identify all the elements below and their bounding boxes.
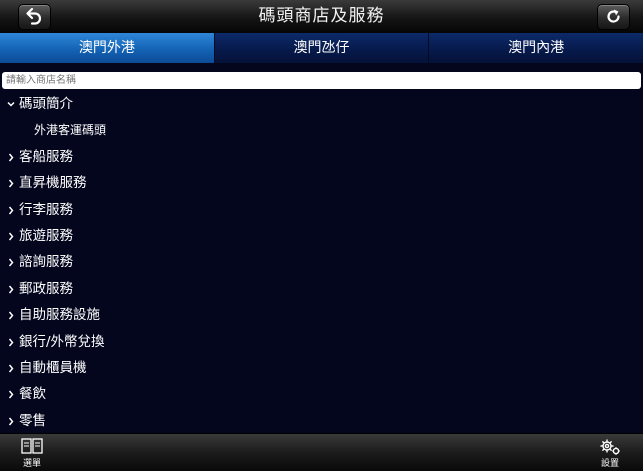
chevron-right-icon: [8, 206, 14, 215]
list-item-label: 自動櫃員機: [19, 359, 87, 376]
list-item-bank-currency-exchange[interactable]: 銀行/外幣兌換: [0, 329, 643, 355]
chevron-right-icon: [8, 311, 14, 320]
header-bar: 碼頭商店及服務: [0, 0, 643, 34]
list-item-label: 直昇機服務: [19, 175, 87, 192]
list-item-label: 諮詢服務: [19, 254, 73, 271]
list-item-label: 銀行/外幣兌換: [19, 333, 105, 350]
chevron-right-icon: [8, 417, 14, 426]
menu-button[interactable]: 選單: [12, 436, 52, 470]
chevron-right-icon: [8, 179, 14, 188]
search-input[interactable]: [2, 72, 641, 89]
refresh-button[interactable]: [597, 4, 630, 30]
menu-label: 選單: [22, 459, 41, 469]
bottom-toolbar: 選單 設置: [0, 433, 643, 471]
service-list: 碼頭簡介 外港客運碼頭 客船服務 直昇機服務 行李服務 旅遊服務 諮詢服務 郵政…: [0, 91, 643, 434]
list-item-label: 旅遊服務: [19, 227, 73, 244]
tab-taipa[interactable]: 澳門氹仔: [214, 33, 430, 63]
list-item-label: 客船服務: [19, 148, 73, 165]
chevron-right-icon: [8, 153, 14, 162]
list-item-label: 行李服務: [19, 201, 73, 218]
chevron-right-icon: [8, 232, 14, 241]
tab-inner-harbour[interactable]: 澳門內港: [429, 33, 643, 63]
chevron-right-icon: [8, 258, 14, 267]
list-item-atm[interactable]: 自動櫃員機: [0, 355, 643, 381]
chevron-down-icon: [7, 101, 15, 107]
refresh-icon: [607, 9, 620, 23]
list-item-postal-service[interactable]: 郵政服務: [0, 276, 643, 302]
list-item-outer-harbour-terminal[interactable]: 外港客運碼頭: [0, 117, 643, 143]
terminal-tabs: 澳門外港 澳門氹仔 澳門內港: [0, 33, 643, 63]
list-item-label: 碼頭簡介: [19, 96, 73, 112]
chevron-right-icon: [8, 285, 14, 294]
list-item-label: 郵政服務: [19, 280, 73, 297]
tab-outer-harbour[interactable]: 澳門外港: [0, 33, 215, 63]
gear-icon: [600, 439, 620, 455]
list-item-luggage-service[interactable]: 行李服務: [0, 197, 643, 223]
chevron-right-icon: [8, 364, 14, 373]
page-title: 碼頭商店及服務: [258, 6, 385, 26]
list-item-ferry-service[interactable]: 客船服務: [0, 144, 643, 170]
list-item-terminal-intro[interactable]: 碼頭簡介: [0, 91, 643, 117]
list-item-enquiry-service[interactable]: 諮詢服務: [0, 249, 643, 275]
list-item-travel-service[interactable]: 旅遊服務: [0, 223, 643, 249]
settings-label: 設置: [600, 459, 619, 469]
menu-icon: [21, 438, 43, 454]
list-item-helicopter-service[interactable]: 直昇機服務: [0, 170, 643, 196]
list-item-label: 外港客運碼頭: [34, 123, 107, 138]
chevron-right-icon: [8, 338, 14, 347]
list-item-label: 零售: [19, 412, 46, 429]
list-item-dining[interactable]: 餐飲: [0, 381, 643, 407]
list-item-self-service-facilities[interactable]: 自助服務設施: [0, 302, 643, 328]
list-item-label: 自助服務設施: [19, 307, 100, 324]
list-item-retail[interactable]: 零售: [0, 408, 643, 434]
list-item-label: 餐飲: [19, 386, 46, 403]
settings-button[interactable]: 設置: [590, 436, 630, 470]
chevron-right-icon: [8, 390, 14, 399]
